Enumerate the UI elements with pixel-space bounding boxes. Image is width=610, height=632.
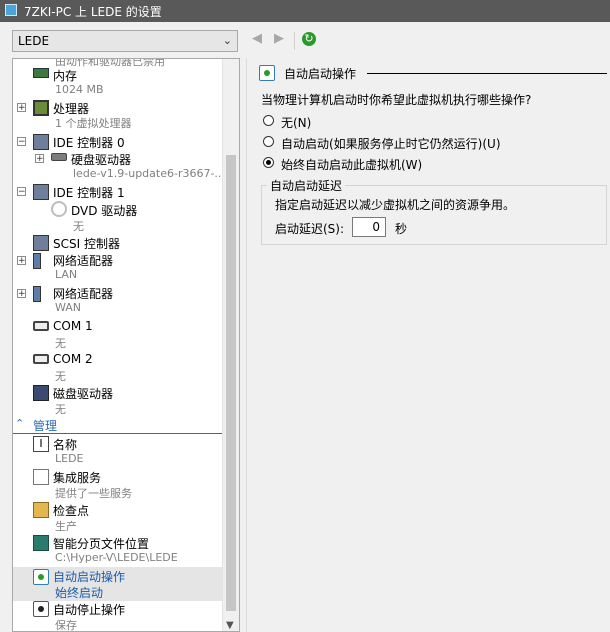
- tree-item-auto-start[interactable]: 自动启动操作 始终启动: [13, 567, 224, 601]
- com2-label: COM 2: [53, 352, 93, 366]
- ide0-label: IDE 控制器 0: [53, 136, 125, 150]
- management-label: 管理: [33, 419, 58, 433]
- checkpoint-icon: [33, 502, 49, 518]
- question-text: 当物理计算机启动时你希望此虚拟机执行哪些操作?: [261, 93, 532, 107]
- section-management[interactable]: ⌃ 管理: [13, 417, 224, 434]
- settings-app-icon: [5, 4, 17, 16]
- vm-selector-value: LEDE: [18, 34, 50, 48]
- network-wan-label: 网络适配器: [53, 287, 114, 301]
- floppy-value: 无: [55, 403, 66, 416]
- name-icon: I: [33, 436, 49, 452]
- hard-drive-label: 硬盘驱动器: [71, 153, 132, 167]
- startup-delay-label: 启动延迟(S):: [275, 222, 345, 236]
- hard-drive-icon: [51, 153, 67, 161]
- com-port-icon: [33, 354, 49, 364]
- ide-controller-icon: [33, 134, 49, 150]
- radio-button[interactable]: [263, 115, 274, 126]
- network-adapter-icon: [33, 286, 41, 302]
- collapse-section-icon[interactable]: ⌃: [15, 417, 24, 430]
- auto-start-icon: [259, 65, 275, 81]
- auto-start-icon: [33, 569, 49, 585]
- auto-start-label: 自动启动操作: [53, 570, 126, 584]
- checkpoint-value: 生产: [55, 520, 77, 533]
- ide1-label: IDE 控制器 1: [53, 186, 125, 200]
- chevron-down-icon: ⌄: [222, 34, 232, 47]
- tree-scrollbar[interactable]: ▼: [222, 59, 239, 631]
- name-value: LEDE: [55, 452, 84, 465]
- memory-value: 1024 MB: [55, 83, 104, 96]
- processor-value: 1 个虚拟处理器: [55, 117, 132, 130]
- title-bar: 7ZKI-PC 上 LEDE 的设置: [0, 0, 610, 22]
- startup-delay-input[interactable]: [352, 217, 386, 237]
- smart-paging-icon: [33, 535, 49, 551]
- com-port-icon: [33, 321, 49, 331]
- dvd-value: 无: [73, 220, 84, 233]
- startup-delay-legend: 自动启动延迟: [267, 177, 346, 194]
- radio-button-checked[interactable]: [263, 157, 274, 168]
- com1-value: 无: [55, 337, 66, 350]
- expand-icon[interactable]: +: [35, 154, 44, 164]
- integration-services-icon: [33, 469, 49, 485]
- network-lan-label: 网络适配器: [53, 254, 114, 268]
- back-arrow-icon[interactable]: ◀: [252, 31, 262, 46]
- checkpoint-label: 检查点: [53, 504, 90, 518]
- title-divider: [367, 73, 607, 74]
- memory-label: 内存: [53, 69, 78, 83]
- startup-delay-unit: 秒: [395, 222, 408, 236]
- processor-icon: [33, 100, 49, 116]
- toolbar-separator: [294, 32, 295, 50]
- network-lan-value: LAN: [55, 268, 78, 281]
- hard-drive-path: lede-v1.9-update6-r3667-...: [73, 167, 225, 180]
- dvd-icon: [51, 201, 67, 217]
- smart-paging-path: C:\Hyper-V\LEDE\LEDE: [55, 551, 178, 564]
- auto-stop-label: 自动停止操作: [53, 603, 126, 617]
- forward-arrow-icon[interactable]: ▶: [274, 31, 284, 46]
- auto-start-value: 始终启动: [55, 586, 104, 600]
- radio-none-label[interactable]: 无(N): [281, 114, 311, 131]
- collapse-icon[interactable]: −: [17, 187, 26, 197]
- floppy-label: 磁盘驱动器: [53, 387, 114, 401]
- name-label: 名称: [53, 438, 78, 452]
- ide-controller-icon: [33, 184, 49, 200]
- vm-selector[interactable]: LEDE ⌄: [12, 30, 238, 52]
- scrollbar-thumb[interactable]: [226, 155, 236, 611]
- radio-always-start-label[interactable]: 始终自动启动此虚拟机(W): [281, 156, 422, 173]
- com2-value: 无: [55, 370, 66, 383]
- network-adapter-icon: [33, 253, 41, 269]
- radio-auto-if-running-label[interactable]: 自动启动(如果服务停止时它仍然运行)(U): [281, 135, 501, 152]
- refresh-icon[interactable]: ↻: [302, 32, 316, 46]
- settings-tree[interactable]: 由动作和驱动器已禁用 内存 1024 MB + 处理器 1 个虚拟处理器 − I…: [12, 58, 240, 632]
- scsi-controller-icon: [33, 235, 49, 251]
- expand-icon[interactable]: +: [17, 289, 26, 299]
- settings-panel: 自动启动操作 当物理计算机启动时你希望此虚拟机执行哪些操作? 无(N) 自动启动…: [246, 58, 610, 632]
- integration-label: 集成服务: [53, 471, 102, 485]
- expand-icon[interactable]: +: [17, 103, 26, 113]
- com1-label: COM 1: [53, 319, 93, 333]
- collapse-icon[interactable]: −: [17, 137, 26, 147]
- window-title: 7ZKI-PC 上 LEDE 的设置: [24, 5, 162, 19]
- dvd-label: DVD 驱动器: [71, 204, 138, 218]
- network-wan-value: WAN: [55, 301, 82, 314]
- expand-icon[interactable]: +: [17, 256, 26, 266]
- auto-stop-value: 保存: [55, 619, 77, 632]
- scroll-down-icon[interactable]: ▼: [226, 620, 234, 631]
- radio-button[interactable]: [263, 136, 274, 147]
- integration-value: 提供了一些服务: [55, 487, 132, 500]
- floppy-disk-icon: [33, 385, 49, 401]
- smart-paging-label: 智能分页文件位置: [53, 537, 150, 551]
- scsi-label: SCSI 控制器: [53, 237, 120, 251]
- auto-stop-icon: [33, 601, 49, 617]
- toolbar: LEDE ⌄ ◀ ▶ ↻: [0, 22, 610, 58]
- startup-delay-description: 指定启动延迟以减少虚拟机之间的资源争用。: [275, 198, 516, 212]
- panel-title: 自动启动操作: [284, 67, 357, 81]
- memory-icon: [33, 68, 49, 78]
